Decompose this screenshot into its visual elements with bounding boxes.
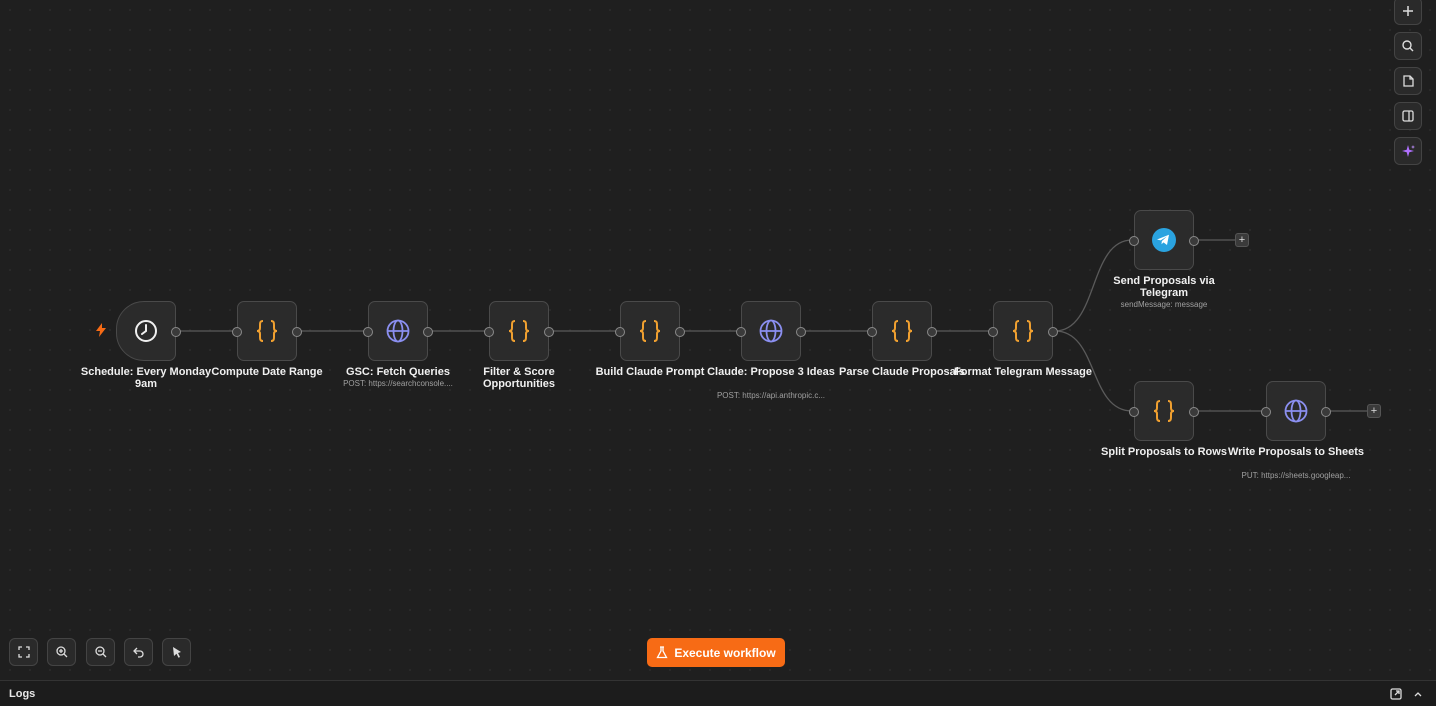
zoom-in-button[interactable]	[47, 638, 76, 666]
node-title: Format Telegram Message	[954, 366, 1092, 378]
node-subtitle: PUT: https://sheets.googleap...	[1241, 471, 1351, 480]
node-title: Schedule: Every Monday 9am	[80, 366, 212, 390]
input-port[interactable]	[736, 327, 746, 337]
node-split-rows[interactable]	[1129, 381, 1199, 441]
add-next-node-button[interactable]: +	[1367, 404, 1381, 418]
execute-workflow-label: Execute workflow	[674, 645, 776, 660]
node-write-sheets[interactable]	[1261, 381, 1331, 441]
output-port[interactable]	[1048, 327, 1058, 337]
search-icon	[1402, 40, 1414, 52]
node-title: Filter & Score Opportunities	[482, 366, 556, 390]
node-send-telegram[interactable]	[1129, 210, 1199, 270]
zoom-out-button[interactable]	[86, 638, 115, 666]
node-title: Claude: Propose 3 Ideas	[707, 366, 835, 378]
node-schedule[interactable]	[116, 301, 181, 361]
code-braces-icon	[1012, 320, 1034, 342]
add-sticky-note-button[interactable]	[1394, 67, 1422, 95]
output-port[interactable]	[927, 327, 937, 337]
globe-icon	[386, 319, 410, 343]
connections-layer	[178, 239, 1367, 412]
node-title: Send Proposals via Telegram	[1113, 275, 1215, 299]
input-port[interactable]	[1261, 407, 1271, 417]
globe-icon	[759, 319, 783, 343]
output-port[interactable]	[1321, 407, 1331, 417]
trigger-bolt-icon	[96, 323, 106, 337]
output-port[interactable]	[796, 327, 806, 337]
logs-panel-bar[interactable]: Logs	[0, 680, 1436, 706]
node-title: Compute Date Range	[211, 366, 323, 378]
execute-workflow-button[interactable]: Execute workflow	[647, 638, 785, 667]
output-port[interactable]	[544, 327, 554, 337]
telegram-icon	[1152, 228, 1176, 252]
tidy-up-button[interactable]	[162, 638, 191, 666]
node-title: Parse Claude Proposals	[839, 366, 965, 378]
zoom-in-icon	[55, 646, 67, 658]
node-gsc-fetch[interactable]	[363, 301, 433, 361]
pop-out-icon[interactable]	[1389, 687, 1403, 701]
input-port[interactable]	[363, 327, 373, 337]
input-port[interactable]	[988, 327, 998, 337]
node-title: Build Claude Prompt	[595, 366, 705, 378]
ai-assistant-button[interactable]	[1394, 137, 1422, 165]
output-port[interactable]	[1189, 407, 1199, 417]
output-port[interactable]	[1189, 236, 1199, 246]
flask-icon	[656, 646, 668, 659]
node-build-prompt[interactable]	[615, 301, 685, 361]
node-compute-date[interactable]	[232, 301, 302, 361]
code-braces-icon	[639, 320, 661, 342]
node-subtitle: sendMessage: message	[1120, 300, 1208, 309]
code-braces-icon	[508, 320, 530, 342]
search-nodes-button[interactable]	[1394, 32, 1422, 60]
chevron-up-icon[interactable]	[1411, 687, 1425, 701]
code-braces-icon	[891, 320, 913, 342]
logs-label: Logs	[9, 688, 36, 700]
fit-view-icon	[17, 646, 30, 658]
node-claude-propose[interactable]	[736, 301, 806, 361]
sticky-note-icon	[1403, 75, 1414, 87]
fit-view-button[interactable]	[9, 638, 38, 666]
output-port[interactable]	[423, 327, 433, 337]
node-subtitle: POST: https://searchconsole....	[343, 379, 453, 388]
input-port[interactable]	[867, 327, 877, 337]
node-format-telegram[interactable]	[988, 301, 1058, 361]
globe-icon	[1284, 399, 1308, 423]
node-title: Write Proposals to Sheets	[1227, 446, 1365, 458]
output-port[interactable]	[675, 327, 685, 337]
output-port[interactable]	[171, 327, 181, 337]
ai-sparkle-icon	[1402, 145, 1415, 157]
input-port[interactable]	[484, 327, 494, 337]
node-parse-proposals[interactable]	[867, 301, 937, 361]
output-port[interactable]	[292, 327, 302, 337]
plus-icon	[1403, 6, 1413, 16]
tidy-up-icon	[172, 647, 181, 658]
undo-icon	[132, 647, 144, 658]
node-filter-score[interactable]	[484, 301, 554, 361]
zoom-out-icon	[94, 646, 106, 658]
code-braces-icon	[256, 320, 278, 342]
toggle-panel-button[interactable]	[1394, 102, 1422, 130]
node-title: GSC: Fetch Queries	[346, 366, 450, 378]
input-port[interactable]	[615, 327, 625, 337]
input-port[interactable]	[1129, 236, 1139, 246]
add-next-node-button[interactable]: +	[1235, 233, 1249, 247]
input-port[interactable]	[1129, 407, 1139, 417]
node-subtitle: POST: https://api.anthropic.c...	[716, 391, 826, 400]
add-node-button[interactable]	[1394, 0, 1422, 25]
clock-icon	[135, 320, 157, 342]
input-port[interactable]	[232, 327, 242, 337]
undo-button[interactable]	[124, 638, 153, 666]
panel-icon	[1402, 110, 1414, 122]
node-title: Split Proposals to Rows	[1101, 446, 1227, 458]
workflow-canvas[interactable]: Schedule: Every Monday 9am Compute Date R…	[0, 0, 1436, 680]
code-braces-icon	[1153, 400, 1175, 422]
